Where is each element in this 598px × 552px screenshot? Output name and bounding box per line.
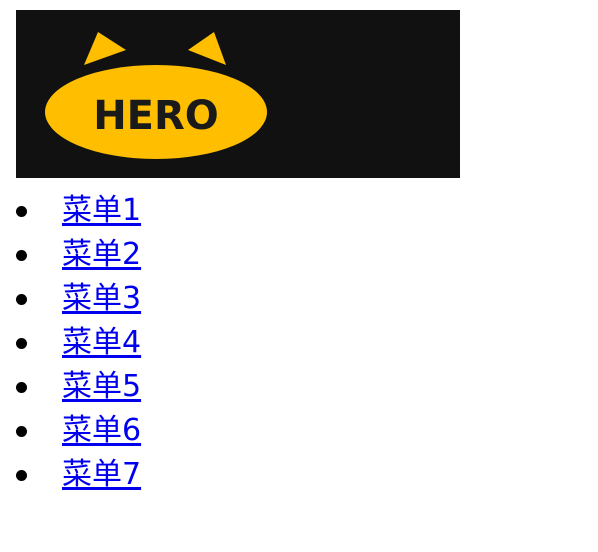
menu-link-6[interactable]: 菜单6 [62, 412, 141, 450]
menu-link-5[interactable]: 菜单5 [62, 368, 141, 406]
bullet-icon [16, 338, 27, 349]
bullet-icon [16, 206, 27, 217]
right-ear [188, 32, 226, 65]
bullet-icon [16, 250, 27, 261]
bullet-icon [16, 294, 27, 305]
bullet-icon [16, 382, 27, 393]
logo-text: HERO [93, 93, 219, 139]
menu-link-7[interactable]: 菜单7 [62, 456, 141, 494]
menu-link-4[interactable]: 菜单4 [62, 324, 141, 362]
left-ear [84, 32, 126, 65]
bullet-icon [16, 470, 27, 481]
menu-link-3[interactable]: 菜单3 [62, 280, 141, 318]
menu-link-2[interactable]: 菜单2 [62, 236, 141, 274]
hero-logo-banner: HERO [16, 10, 460, 178]
bullet-icon [16, 426, 27, 437]
menu-link-1[interactable]: 菜单1 [62, 192, 141, 230]
cat-head-logo: HERO [45, 32, 267, 159]
